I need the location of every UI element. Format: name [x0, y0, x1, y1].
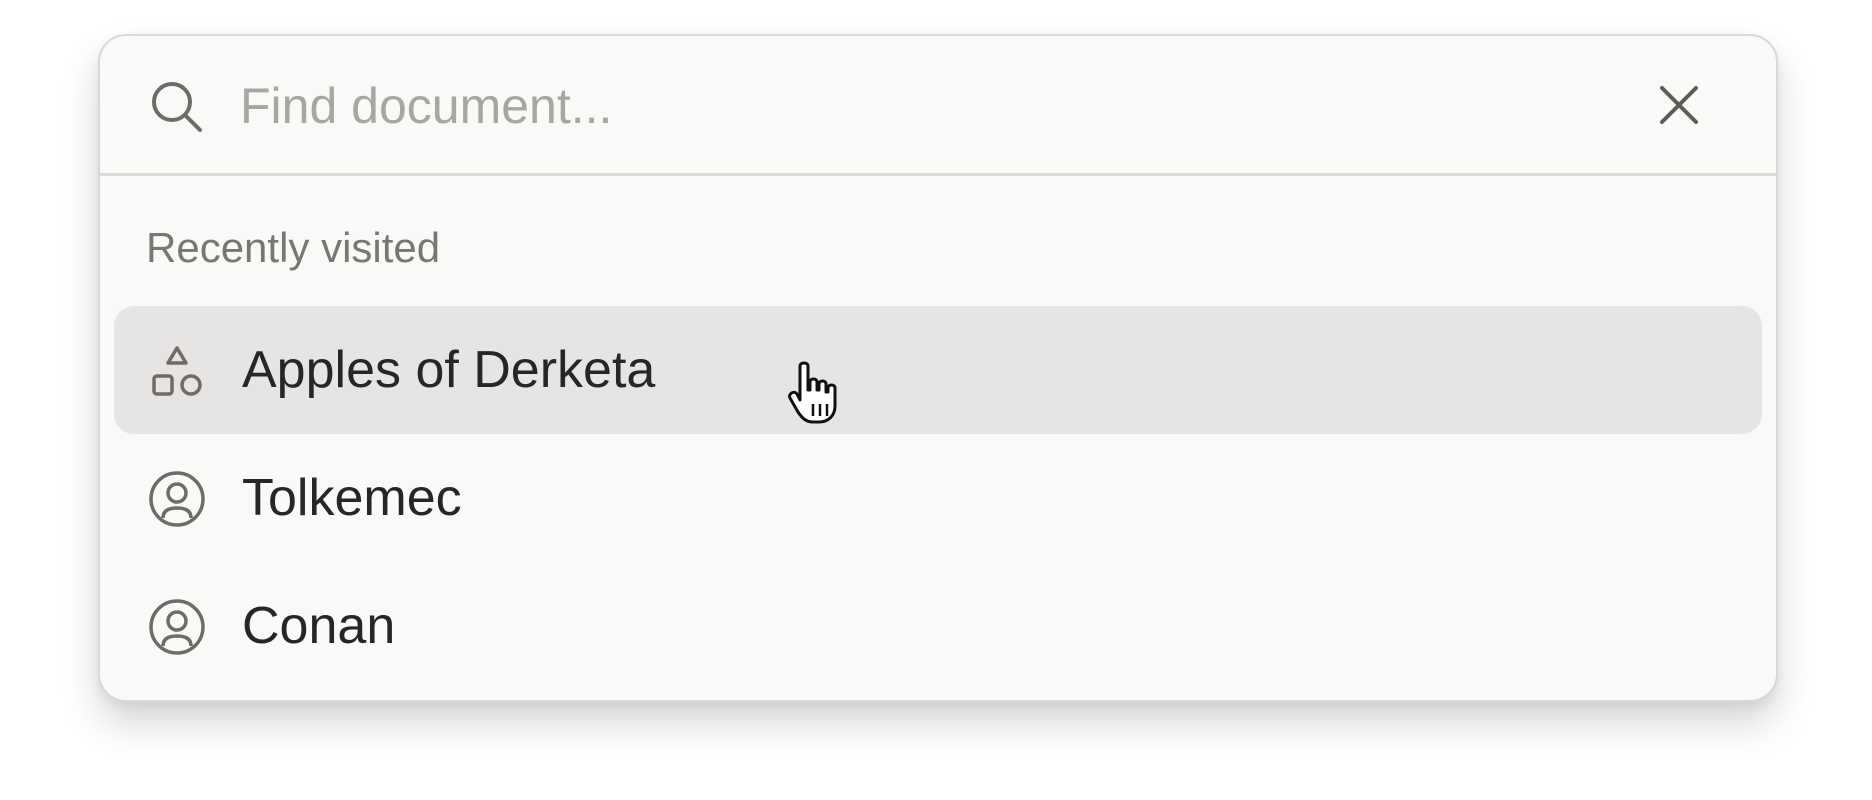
search-icon: [152, 82, 202, 132]
user-circle-icon: [149, 471, 205, 527]
close-icon[interactable]: [1656, 82, 1702, 128]
list-item-label: Apples of Derketa: [242, 341, 656, 399]
list-item-label: Conan: [242, 597, 396, 655]
section-label-recently-visited: Recently visited: [146, 224, 441, 271]
document-search-dialog: Recently visited Apples of Derketa Tolke…: [98, 34, 1778, 702]
user-circle-icon: [149, 599, 205, 655]
stage: Recently visited Apples of Derketa Tolke…: [0, 0, 1872, 800]
search-input[interactable]: [240, 66, 1540, 146]
list-item-conan[interactable]: Conan: [114, 562, 1762, 690]
list-item-label: Tolkemec: [242, 469, 462, 527]
list-item-tolkemec[interactable]: Tolkemec: [114, 434, 1762, 562]
search-bar: [100, 36, 1776, 176]
list-item-apples-of-derketa[interactable]: Apples of Derketa: [114, 306, 1762, 434]
shapes-icon: [152, 346, 202, 396]
recent-documents-list: Apples of Derketa Tolkemec Conan: [114, 306, 1762, 690]
